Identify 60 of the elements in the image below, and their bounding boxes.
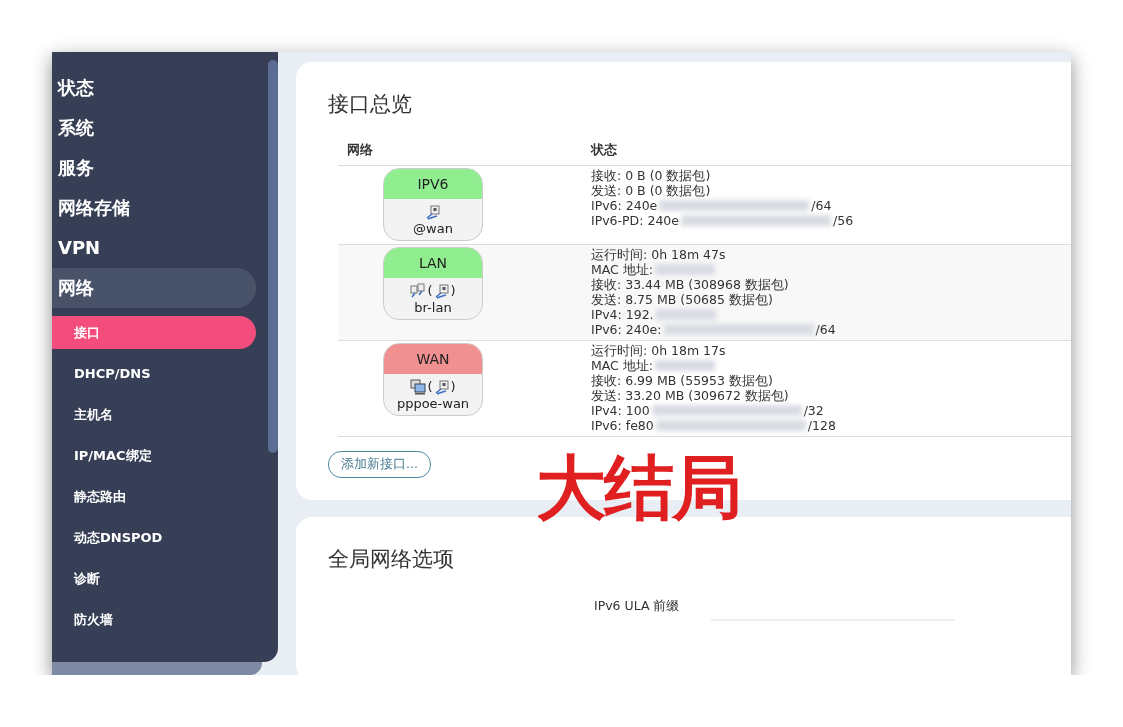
network-port-icon (425, 203, 441, 220)
status-text: 接收: 0 B (0 数据包) (591, 168, 711, 183)
status-text: 发送: 8.75 MB (50685 数据包) (591, 292, 773, 307)
status-text: /64 (815, 322, 836, 337)
status-text: IPv6: 240e: (591, 322, 662, 337)
sidebar-subitem[interactable]: DHCP/DNS (52, 357, 256, 390)
bracket: ) (450, 379, 456, 394)
status-text: IPv4: 100 (591, 403, 650, 418)
sidebar-item[interactable]: VPN (52, 228, 256, 268)
sidebar-item[interactable]: 网络 (52, 268, 256, 308)
interface-name: IPV6 (384, 169, 482, 199)
status-text: IPv6: 240e (591, 198, 658, 213)
sidebar-subitem[interactable]: 诊断 (52, 562, 256, 595)
sidebar-item[interactable]: 系统 (52, 108, 256, 148)
network-port-icon (433, 378, 450, 395)
status-text: MAC 地址: (591, 262, 654, 277)
status-text: IPv4: 192. (591, 307, 654, 322)
status-text: /128 (807, 418, 836, 433)
device-name: @wan (412, 220, 454, 238)
add-interface-button[interactable]: 添加新接口... (328, 451, 431, 478)
bracket: ( (427, 379, 433, 394)
status-text: /56 (833, 213, 854, 228)
status-text: 接收: 6.99 MB (55953 数据包) (591, 373, 773, 388)
section-title: 接口总览 (328, 91, 413, 118)
network-port-icon (433, 282, 450, 299)
sidebar-subitem[interactable]: IP/MAC绑定 (52, 439, 256, 472)
blurred-text (655, 264, 716, 275)
status-text: 发送: 33.20 MB (309672 数据包) (591, 388, 789, 403)
sidebar-item[interactable]: 网络存储 (52, 188, 256, 228)
sidebar-item[interactable]: 服务 (52, 148, 256, 188)
column-header: 网络 (338, 136, 582, 166)
interface-name: LAN (384, 248, 482, 278)
status-text: 运行时间: 0h 18m 47s (591, 247, 726, 262)
field-label: IPv6 ULA 前缀 (594, 597, 680, 615)
section-title: 全局网络选项 (328, 546, 455, 573)
status-text: /32 (803, 403, 824, 418)
status-text: 发送: 0 B (0 数据包) (591, 183, 711, 198)
scrollbar-thumb[interactable] (268, 60, 278, 453)
status-text: IPv6-PD: 240e (591, 213, 679, 228)
status-text: 接收: 33.44 MB (308968 数据包) (591, 277, 789, 292)
bracket: ) (450, 283, 456, 298)
status-text: 运行时间: 0h 18m 17s (591, 343, 726, 358)
sidebar-subitem[interactable]: 静态路由 (52, 480, 256, 513)
sidebar-subitem[interactable]: 主机名 (52, 398, 256, 431)
annotation-text: 大结局 (536, 446, 740, 531)
network-ports-icon (410, 282, 427, 299)
device-name: pppoe-wan (395, 395, 471, 413)
blurred-text (655, 309, 716, 320)
column-header: 状态 (582, 136, 1071, 166)
status-text: MAC 地址: (591, 358, 654, 373)
status-text: IPv6: fe80 (591, 418, 654, 433)
sidebar-item[interactable]: 状态 (52, 68, 256, 108)
blurred-text (655, 360, 716, 371)
sidebar-subitem[interactable]: 动态DNSPOD (52, 521, 256, 554)
interface-name: WAN (384, 344, 482, 374)
bracket: ( (427, 283, 433, 298)
computers-icon (410, 378, 427, 395)
device-name: br-lan (413, 299, 453, 317)
sidebar-subitem[interactable]: 防火墙 (52, 603, 256, 636)
status-text: /64 (811, 198, 832, 213)
